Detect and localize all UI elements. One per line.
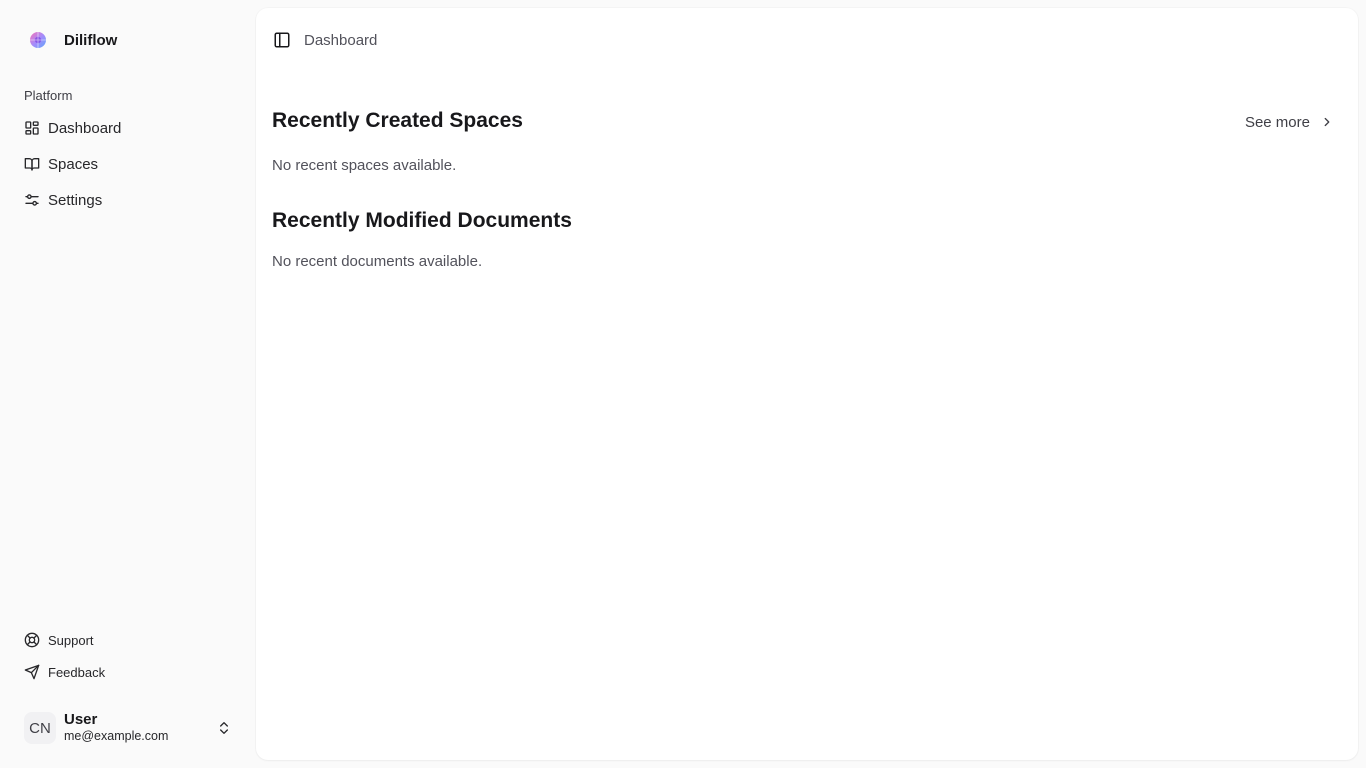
sidebar-secondary-nav: Support Feedback: [16, 626, 240, 690]
sidebar-item-feedback[interactable]: Feedback: [16, 658, 240, 686]
send-icon: [24, 664, 40, 680]
avatar: CN: [24, 712, 56, 744]
breadcrumb: Dashboard: [304, 31, 378, 49]
user-email: me@example.com: [64, 729, 169, 744]
lifebuoy-icon: [24, 632, 40, 648]
brand[interactable]: Diliflow: [16, 24, 240, 56]
sidebar-item-label: Feedback: [48, 664, 106, 680]
chevron-right-icon: [1320, 115, 1334, 129]
nav-group-label: Platform: [24, 88, 73, 103]
recent-spaces-title: Recently Created Spaces: [272, 109, 523, 132]
user-menu-button[interactable]: CN User me@example.com: [16, 704, 240, 752]
sidebar-item-spaces[interactable]: Spaces: [16, 148, 240, 180]
layout-dashboard-icon: [24, 120, 40, 136]
sidebar-nav: Dashboard Spaces Settings: [16, 112, 240, 220]
sidebar-item-label: Dashboard: [48, 119, 122, 137]
sidebar-item-label: Support: [48, 632, 94, 648]
sidebar-toggle-button[interactable]: [272, 30, 292, 50]
app-root: Diliflow Platform Dashboard Spaces Setti…: [0, 0, 1366, 768]
recent-documents-empty-text: No recent documents available.: [272, 253, 483, 270]
book-open-icon: [24, 156, 40, 172]
see-more-link[interactable]: See more: [1245, 110, 1334, 134]
sidebar-item-support[interactable]: Support: [16, 626, 240, 654]
sidebar-item-dashboard[interactable]: Dashboard: [16, 112, 240, 144]
diliflow-logo-icon: [28, 30, 48, 50]
sliders-icon: [24, 192, 40, 208]
recent-spaces-empty-text: No recent spaces available.: [272, 157, 457, 174]
app-name: Diliflow: [64, 31, 118, 49]
sidebar: Diliflow Platform Dashboard Spaces Setti…: [0, 0, 256, 768]
sidebar-item-settings[interactable]: Settings: [16, 184, 240, 216]
header-toolbar: Dashboard: [272, 28, 377, 52]
sidebar-item-label: Settings: [48, 191, 103, 209]
chevrons-up-down-icon: [216, 720, 232, 736]
user-info: User me@example.com: [64, 710, 169, 744]
panel-left-icon: [273, 31, 291, 49]
recent-documents-title: Recently Modified Documents: [272, 209, 572, 232]
sidebar-item-label: Spaces: [48, 155, 99, 173]
main-panel: Dashboard Recently Created Spaces See mo…: [256, 8, 1358, 760]
see-more-label: See more: [1244, 113, 1310, 131]
user-name: User: [64, 710, 98, 728]
